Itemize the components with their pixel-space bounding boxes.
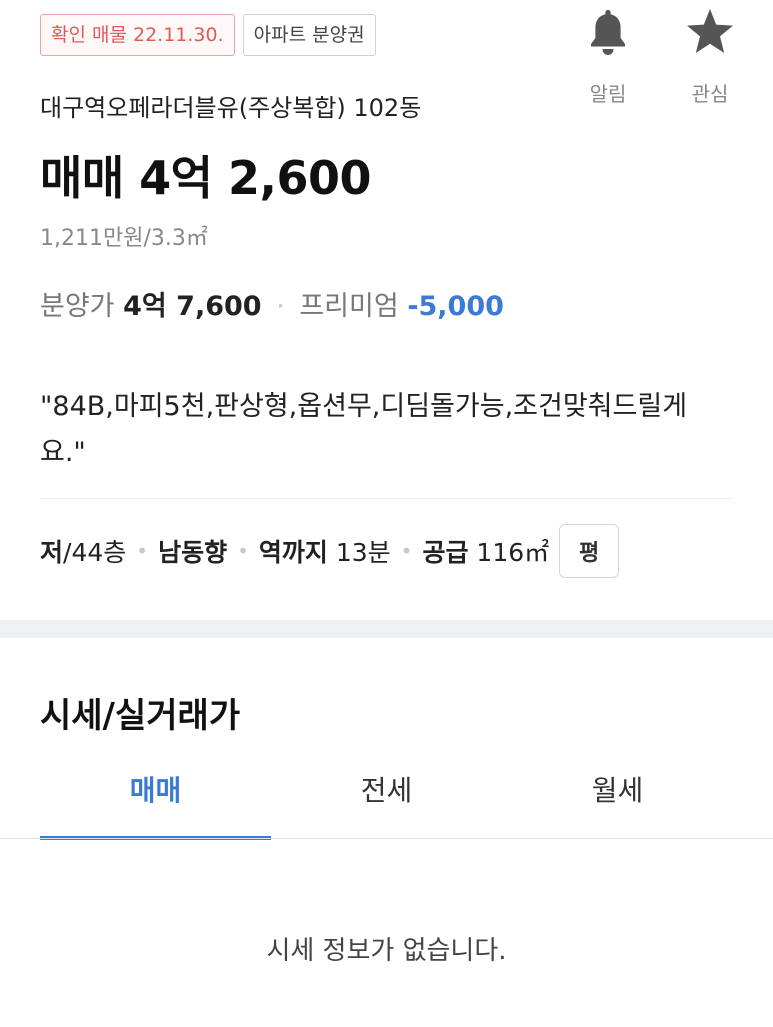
unit-price: 1,211만원/3.3㎡ xyxy=(40,226,208,251)
separator-dot: • xyxy=(400,539,413,563)
listing-description: "84B,마피5천,판상형,옵션무,디딤돌가능,조건맞춰드릴게요." xyxy=(40,391,688,468)
property-type-badge: 아파트 분양권 xyxy=(242,14,376,56)
tab-sale[interactable]: 매매 xyxy=(40,764,271,840)
floor-count: /44층 xyxy=(63,538,127,567)
station-label: 역까지 xyxy=(258,538,328,567)
bell-icon xyxy=(591,10,625,55)
supply-label: 공급 xyxy=(422,538,469,567)
separator-dot: • xyxy=(136,539,149,563)
presale-info: 분양가 4억 7,600 · 프리미엄 -5,000 xyxy=(40,284,504,323)
empty-market-message: 시세 정보가 없습니다. xyxy=(266,936,507,966)
badge-row: 확인 매물 22.11.30. 아파트 분양권 xyxy=(40,14,376,56)
tab-underline-divider xyxy=(0,838,773,839)
divider xyxy=(40,498,733,499)
premium-value: -5,000 xyxy=(407,291,504,322)
separator-dot: · xyxy=(276,291,285,322)
premium-label: 프리미엄 xyxy=(299,291,399,322)
alert-label: 알림 xyxy=(589,82,627,106)
favorite-button[interactable]: 관심 xyxy=(683,6,737,107)
star-icon xyxy=(687,9,733,53)
presale-label: 분양가 xyxy=(40,291,115,322)
tab-jeonse[interactable]: 전세 xyxy=(271,764,502,840)
listing-price: 매매 4억 2,600 xyxy=(40,151,372,205)
confirmed-listing-badge: 확인 매물 22.11.30. xyxy=(40,14,235,56)
section-title: 시세/실거래가 xyxy=(40,696,241,736)
section-separator xyxy=(0,620,773,638)
presale-price: 4억 7,600 xyxy=(123,291,262,322)
separator-dot: • xyxy=(237,539,249,563)
direction: 남동향 xyxy=(158,538,228,567)
tab-monthly-rent[interactable]: 월세 xyxy=(502,764,733,840)
listing-title: 대구역오페라더블유(주상복합) 102동 xyxy=(40,94,422,122)
unit-toggle-button[interactable]: 평 xyxy=(559,524,620,578)
supply-area: 116㎡ xyxy=(468,538,550,567)
alert-button[interactable]: 알림 xyxy=(581,6,635,107)
header-actions: 알림 관심 xyxy=(581,6,737,107)
floor-bold: 저 xyxy=(40,538,64,567)
spec-row: 저/44층 • 남동향 • 역까지 13분 • 공급 116㎡ 평 xyxy=(40,524,620,578)
favorite-label: 관심 xyxy=(691,82,729,106)
station-time: 13분 xyxy=(327,538,391,567)
market-tabs: 매매 전세 월세 xyxy=(40,764,733,840)
